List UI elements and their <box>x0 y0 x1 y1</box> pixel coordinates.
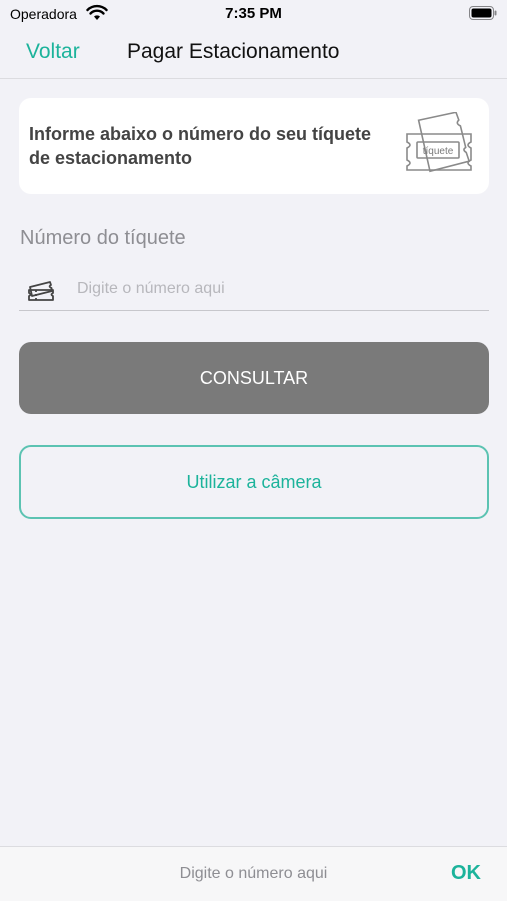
status-bar: Operadora 7:35 PM <box>0 0 507 28</box>
status-time: 7:35 PM <box>225 5 282 22</box>
keyboard-accessory-bar: Digite o número aqui OK <box>0 846 507 901</box>
ticket-illustration-icon: tíquete <box>406 112 472 173</box>
back-button[interactable]: Voltar <box>26 40 80 64</box>
page-title: Pagar Estacionamento <box>127 40 340 63</box>
ticket-number-label: Número do tíquete <box>20 227 186 249</box>
ticket-number-input[interactable] <box>77 276 477 302</box>
info-card-text: Informe abaixo o número do seu tíquete d… <box>29 124 372 168</box>
info-card: Informe abaixo o número do seu tíquete d… <box>19 98 489 194</box>
accessory-placeholder: Digite o número aqui <box>179 865 328 882</box>
ok-button[interactable]: OK <box>451 862 481 885</box>
ticket-icon <box>28 281 54 301</box>
battery-icon <box>469 6 497 20</box>
navigation-bar: Voltar Pagar Estacionamento <box>0 28 507 79</box>
consult-button[interactable]: CONSULTAR <box>19 342 489 414</box>
use-camera-button[interactable]: Utilizar a câmera <box>19 445 489 519</box>
ticket-illustration-label: tíquete <box>423 146 454 157</box>
ticket-number-field[interactable] <box>19 268 489 311</box>
